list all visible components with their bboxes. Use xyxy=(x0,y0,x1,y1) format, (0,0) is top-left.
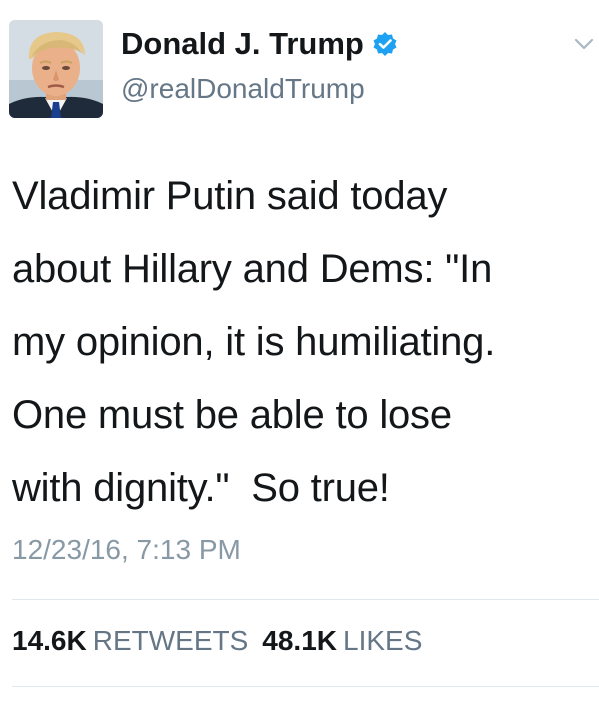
tweet-text: Vladimir Putin said today about Hillary … xyxy=(12,174,496,510)
chevron-down-icon[interactable] xyxy=(574,37,594,51)
user-handle[interactable]: @realDonaldTrump xyxy=(121,72,365,106)
retweets-stat[interactable]: 14.6K RETWEETS xyxy=(12,624,248,658)
avatar[interactable] xyxy=(9,20,103,118)
likes-count: 48.1K xyxy=(262,625,337,656)
divider xyxy=(12,599,599,600)
likes-label: LIKES xyxy=(343,625,423,656)
display-name[interactable]: Donald J. Trump xyxy=(121,26,364,62)
divider xyxy=(12,686,599,687)
retweets-label: RETWEETS xyxy=(92,625,249,656)
retweets-count: 14.6K xyxy=(12,625,87,656)
timestamp[interactable]: 12/23/16, 7:13 PM xyxy=(12,533,241,567)
verified-badge-icon xyxy=(372,31,398,57)
likes-stat[interactable]: 48.1K LIKES xyxy=(262,624,422,658)
author-name-row[interactable]: Donald J. Trump xyxy=(121,26,398,62)
engagement-stats: 14.6K RETWEETS 48.1K LIKES xyxy=(12,624,422,658)
